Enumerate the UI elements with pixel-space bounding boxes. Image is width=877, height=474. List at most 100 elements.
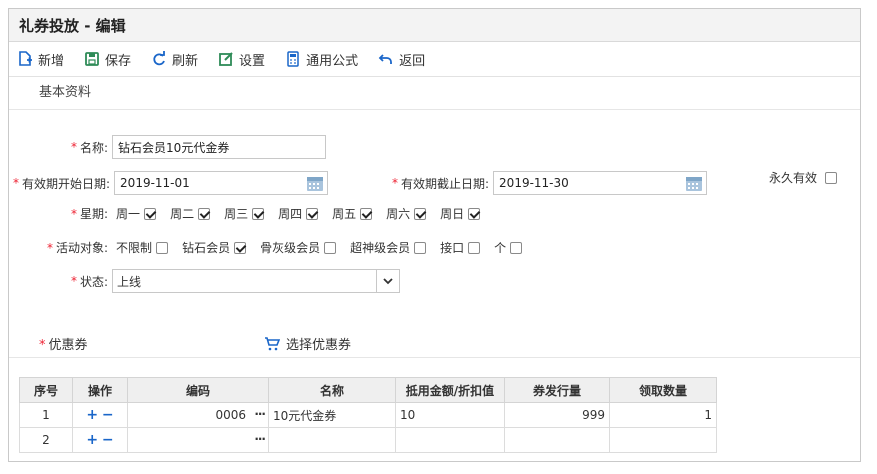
save-icon xyxy=(85,52,99,66)
weekday-checkbox[interactable] xyxy=(198,207,211,220)
edit-window: 礼券投放 - 编辑 新增 保存 刷新 设置 通用公式 返回 基本资料 * 名称:… xyxy=(8,8,861,462)
start-date-label: 有效期开始日期: xyxy=(22,176,111,191)
target-label: 活动对象: xyxy=(56,241,109,255)
table-row: 2 + − ··· xyxy=(19,427,717,453)
save-button-label: 保存 xyxy=(105,53,132,69)
settings-button-label: 设置 xyxy=(239,53,266,69)
week-row: * 星期: 周一 周二 周三 周四 周五 周六 周日 xyxy=(71,205,494,222)
save-button[interactable]: 保存 xyxy=(84,50,131,69)
target-checkbox[interactable] xyxy=(234,241,247,254)
select-coupon-button[interactable]: 选择优惠券 xyxy=(264,334,351,353)
add-row-icon[interactable]: + xyxy=(86,432,98,448)
name-cell xyxy=(268,427,396,453)
calendar-icon[interactable] xyxy=(685,174,703,192)
remove-row-icon[interactable]: − xyxy=(102,407,114,423)
column-header: 领取数量 xyxy=(609,377,717,403)
add-row-icon[interactable]: + xyxy=(86,407,98,423)
required-mark: * xyxy=(71,274,77,288)
back-button-label: 返回 xyxy=(399,53,426,69)
start-date-input[interactable] xyxy=(114,171,329,195)
back-button[interactable]: 返回 xyxy=(378,50,425,69)
coupon-table: 序号 操作 编码 名称 抵用金额/折扣值 券发行量 领取数量 1 + − 000… xyxy=(19,377,717,453)
ops-cell: + − xyxy=(72,402,128,428)
table-row: 1 + − 0006 ··· 10元代金券 10 999 1 xyxy=(19,402,717,428)
end-date-picker[interactable] xyxy=(493,171,708,195)
target-veteran[interactable]: 骨灰级会员 xyxy=(260,239,337,256)
new-button[interactable]: 新增 xyxy=(17,50,64,69)
cart-icon xyxy=(265,336,280,350)
status-select[interactable]: 上线 xyxy=(112,269,401,293)
issue-cell[interactable]: 999 xyxy=(504,402,610,428)
column-header: 名称 xyxy=(268,377,396,403)
code-cell[interactable]: ··· xyxy=(127,427,269,453)
weekday-thu[interactable]: 周四 xyxy=(278,205,319,222)
settings-button[interactable]: 设置 xyxy=(218,50,265,69)
permanent-row: 永久有效 xyxy=(769,169,838,186)
target-individual[interactable]: 个 xyxy=(494,239,523,256)
target-diamond[interactable]: 钻石会员 xyxy=(182,239,247,256)
status-value: 上线 xyxy=(117,274,142,289)
weekday-mon[interactable]: 周一 xyxy=(116,205,157,222)
amount-cell[interactable]: 10 xyxy=(395,402,505,428)
week-label: 星期: xyxy=(80,207,109,221)
calculator-icon xyxy=(287,51,299,67)
formula-button[interactable]: 通用公式 xyxy=(285,50,358,69)
coupon-title: * 优惠券 xyxy=(39,338,88,353)
ellipsis-picker-icon[interactable]: ··· xyxy=(254,432,266,446)
required-mark: * xyxy=(13,176,19,190)
weekday-wed[interactable]: 周三 xyxy=(224,205,265,222)
name-cell: 10元代金券 xyxy=(268,402,396,428)
chevron-down-icon[interactable] xyxy=(376,270,399,292)
seq-cell: 1 xyxy=(19,402,73,428)
calendar-icon[interactable] xyxy=(306,174,324,192)
refresh-button-label: 刷新 xyxy=(172,53,199,69)
issue-cell[interactable] xyxy=(504,427,610,453)
required-mark: * xyxy=(392,176,398,190)
required-mark: * xyxy=(47,240,53,255)
column-header: 抵用金额/折扣值 xyxy=(395,377,505,403)
weekday-sat[interactable]: 周六 xyxy=(386,205,427,222)
weekday-checkbox[interactable] xyxy=(144,207,157,220)
required-mark: * xyxy=(71,206,77,221)
target-interface[interactable]: 接口 xyxy=(440,239,481,256)
start-date-row: * 有效期开始日期: xyxy=(13,171,329,195)
target-checkbox[interactable] xyxy=(324,241,337,254)
name-label: 名称: xyxy=(80,140,109,155)
weekday-checkbox[interactable] xyxy=(360,207,373,220)
target-group: 不限制 钻石会员 骨灰级会员 超神级会员 接口 个 xyxy=(116,239,536,256)
weekday-tue[interactable]: 周二 xyxy=(170,205,211,222)
end-date-row: * 有效期截止日期: xyxy=(392,171,708,195)
required-mark: * xyxy=(71,140,77,154)
refresh-button[interactable]: 刷新 xyxy=(151,50,198,69)
remove-row-icon[interactable]: − xyxy=(102,432,114,448)
new-doc-icon xyxy=(19,51,32,66)
target-unlimited[interactable]: 不限制 xyxy=(116,239,169,256)
weekday-checkbox[interactable] xyxy=(252,207,265,220)
target-supreme[interactable]: 超神级会员 xyxy=(350,239,427,256)
weekday-checkbox[interactable] xyxy=(306,207,319,220)
target-checkbox[interactable] xyxy=(510,241,523,254)
target-row: * 活动对象: 不限制 钻石会员 骨灰级会员 超神级会员 接口 个 xyxy=(47,239,536,256)
target-checkbox[interactable] xyxy=(468,241,481,254)
end-date-label: 有效期截止日期: xyxy=(401,176,490,191)
window-title: 礼券投放 - 编辑 xyxy=(9,9,860,42)
weekday-checkbox[interactable] xyxy=(468,207,481,220)
weekday-checkbox[interactable] xyxy=(414,207,427,220)
start-date-picker[interactable] xyxy=(114,171,329,195)
weekday-sun[interactable]: 周日 xyxy=(440,205,481,222)
toolbar: 新增 保存 刷新 设置 通用公式 返回 xyxy=(9,42,860,77)
permanent-label: 永久有效 xyxy=(769,171,818,185)
table-header-row: 序号 操作 编码 名称 抵用金额/折扣值 券发行量 领取数量 xyxy=(19,377,717,403)
ellipsis-picker-icon[interactable]: ··· xyxy=(254,407,266,421)
permanent-checkbox[interactable] xyxy=(825,171,838,184)
target-checkbox[interactable] xyxy=(156,241,169,254)
column-header: 序号 xyxy=(19,377,73,403)
name-input[interactable] xyxy=(112,135,327,159)
weekday-fri[interactable]: 周五 xyxy=(332,205,373,222)
end-date-input[interactable] xyxy=(493,171,708,195)
code-cell[interactable]: 0006 ··· xyxy=(127,402,269,428)
amount-cell[interactable] xyxy=(395,427,505,453)
refresh-icon xyxy=(153,51,165,66)
target-checkbox[interactable] xyxy=(414,241,427,254)
new-button-label: 新增 xyxy=(38,53,65,69)
